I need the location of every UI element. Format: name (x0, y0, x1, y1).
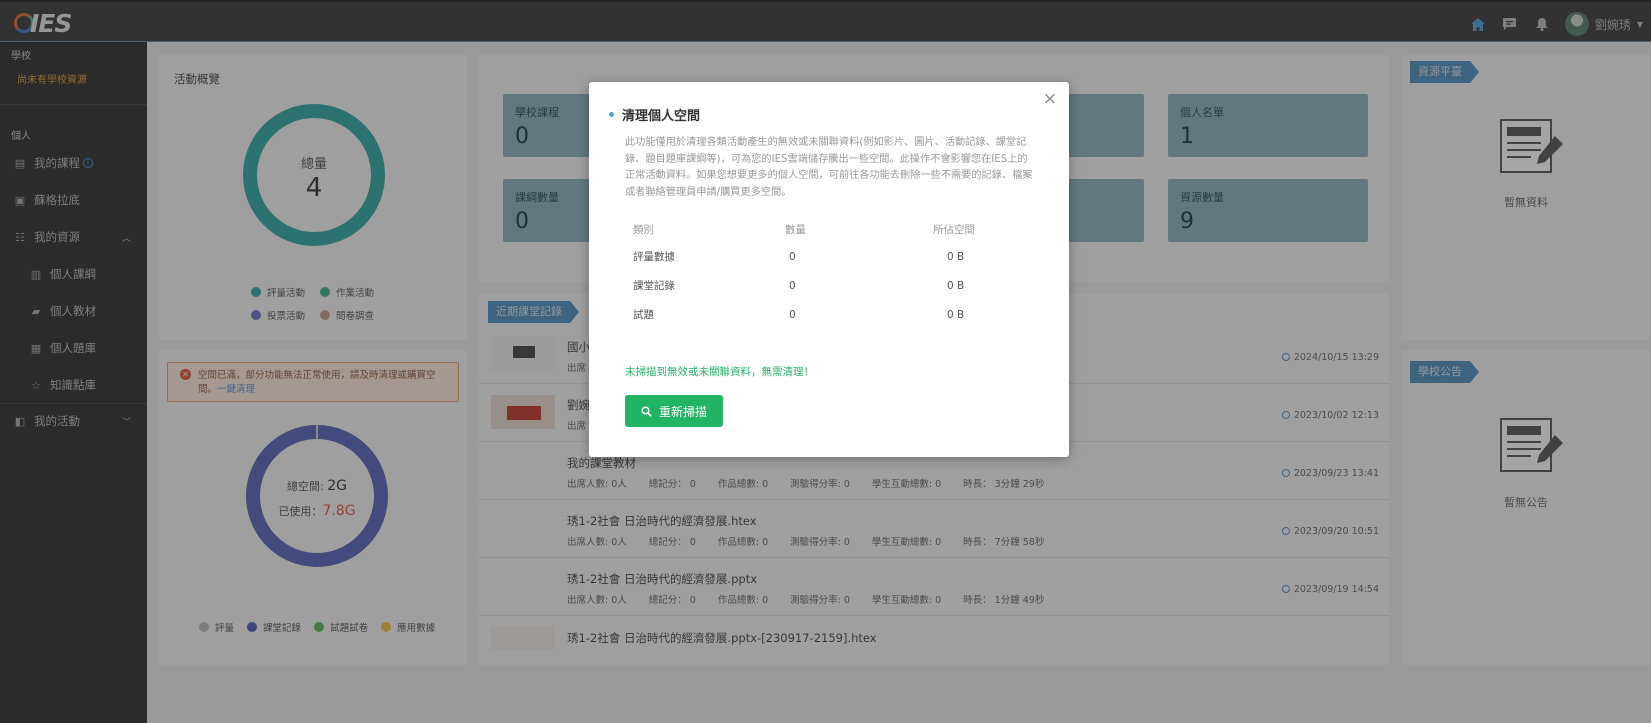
table-row: 試題 0 0 B (633, 300, 1023, 329)
search-icon (641, 405, 652, 417)
column-header: 數量 (785, 224, 806, 236)
table-cell: 0 (789, 308, 796, 321)
bullet-icon (609, 112, 614, 117)
table-row: 評量數據 0 0 B (633, 242, 1023, 271)
column-header: 所佔空間 (933, 224, 975, 236)
modal-title: 清理個人空間 (622, 109, 701, 124)
table-cell: 課堂記錄 (633, 280, 675, 292)
rescan-button[interactable]: 重新掃描 (625, 395, 723, 427)
table-cell: 0 (789, 279, 796, 292)
scan-result-text: 未掃描到無效或未關聯資料，無需清理！ (625, 366, 814, 378)
scan-table: 類別 數量 所佔空間 評量數據 0 0 B 課堂記錄 0 0 B 試題 0 0 … (633, 222, 1023, 329)
rescan-label: 重新掃描 (658, 404, 707, 419)
close-icon[interactable]: × (1043, 91, 1057, 108)
table-header: 類別 數量 所佔空間 (633, 222, 1023, 242)
table-row: 課堂記錄 0 0 B (633, 271, 1023, 300)
table-cell: 評量數據 (633, 251, 675, 263)
column-header: 類別 (633, 224, 654, 236)
table-cell: 0 (789, 250, 796, 263)
table-cell: 0 B (947, 308, 965, 321)
table-cell: 試題 (633, 309, 654, 321)
modal-header: 清理個人空間 (609, 105, 700, 124)
table-cell: 0 B (947, 250, 965, 263)
clean-space-modal: × 清理個人空間 此功能僅用於清理各類活動產生的無效或未關聯資料(例如影片、圖片… (589, 82, 1069, 457)
modal-description: 此功能僅用於清理各類活動產生的無效或未關聯資料(例如影片、圖片、活動記錄、課堂記… (625, 137, 1033, 198)
table-cell: 0 B (947, 279, 965, 292)
